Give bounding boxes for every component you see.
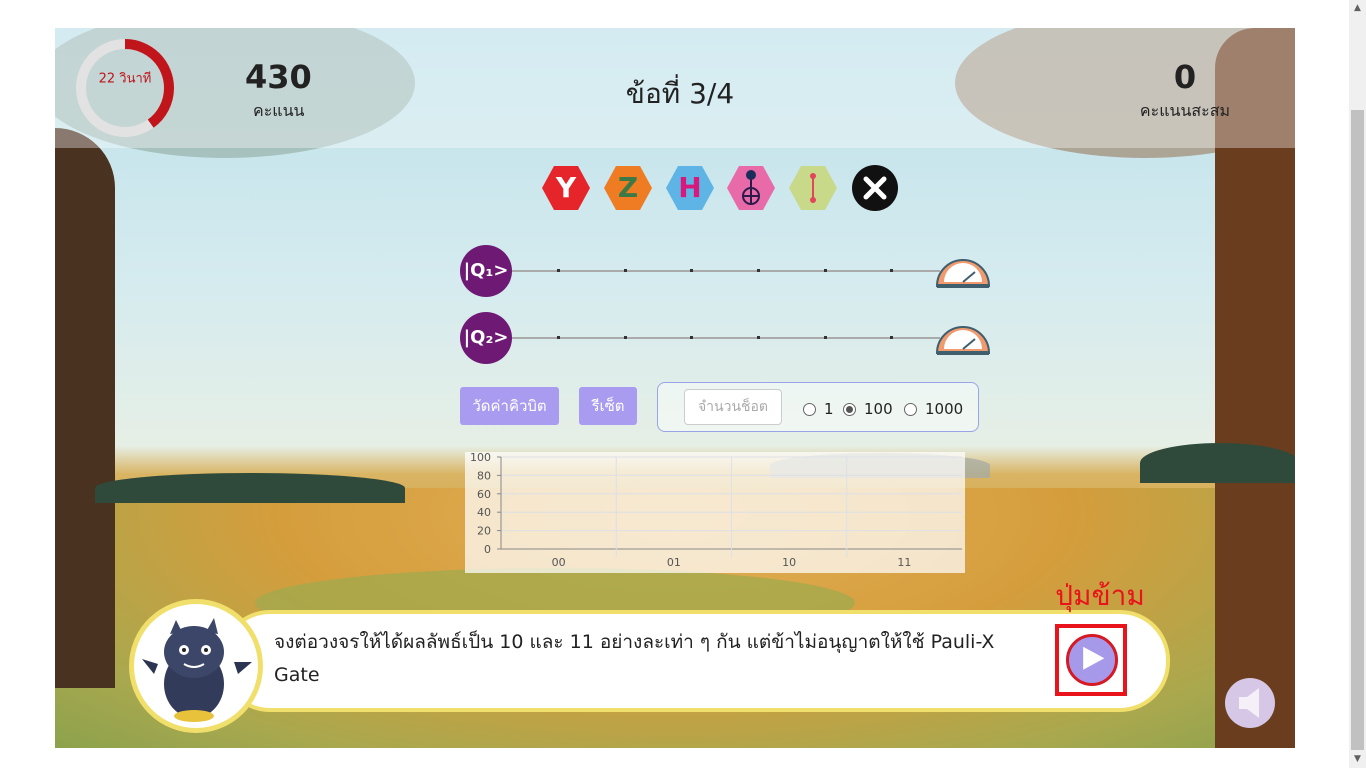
total-score-label: คะแนนสะสม: [1139, 101, 1231, 120]
swap-gate-button[interactable]: [788, 164, 838, 212]
swap-gate-icon: [789, 166, 837, 210]
y-gate-icon: Y: [555, 171, 577, 204]
z-gate-button[interactable]: Z: [603, 164, 653, 212]
wire-slot[interactable]: [757, 336, 760, 339]
dragon-icon: [142, 618, 252, 722]
dialog-text: จงต่อวงจรให้ได้ผลลัพธ์เป็น 10 และ 11 อย่…: [274, 631, 995, 686]
shots-radio-1[interactable]: [803, 403, 816, 416]
measurement-meter-icon: [935, 326, 991, 355]
y-tick-label: 60: [477, 488, 491, 501]
scroll-up-arrow-icon[interactable]: ▲: [1349, 0, 1366, 17]
score-header: 22 วินาที 430 คะแนน ข้อที่ 3/4 0 คะแนนสะ…: [55, 28, 1295, 148]
wire-slot[interactable]: [557, 336, 560, 339]
y-gate-button[interactable]: Y: [541, 164, 591, 212]
wire-slot[interactable]: [757, 269, 760, 272]
shots-panel: จำนวนช็อต 1 100 1000: [657, 382, 979, 432]
measurement-meter-icon: [935, 259, 991, 288]
z-gate-icon: Z: [617, 171, 639, 204]
wire-slot[interactable]: [824, 269, 827, 272]
y-tick-label: 20: [477, 525, 491, 538]
dragon-avatar: [129, 599, 263, 733]
left-tree-trunk: [55, 128, 115, 688]
shots-option-label: 100: [864, 400, 893, 418]
next-button[interactable]: [1066, 634, 1118, 686]
timer-label: 22 วินาที: [98, 71, 152, 87]
shots-radio-1000[interactable]: [904, 403, 917, 416]
page-scrollbar[interactable]: ▲ ▼: [1349, 0, 1366, 768]
wire-slot[interactable]: [824, 336, 827, 339]
play-icon: [1083, 646, 1105, 670]
wire-slot[interactable]: [557, 269, 560, 272]
speaker-icon: [1239, 688, 1259, 718]
shots-input[interactable]: จำนวนช็อต: [684, 389, 782, 425]
shots-radio-100[interactable]: [843, 403, 856, 416]
x-tick-label: 00: [552, 556, 566, 569]
y-tick-label: 80: [477, 469, 491, 482]
scroll-down-arrow-icon[interactable]: ▼: [1349, 751, 1366, 768]
shots-option-label: 1000: [925, 400, 964, 418]
wire-slot[interactable]: [690, 336, 693, 339]
y-tick-label: 100: [470, 452, 491, 464]
scroll-thumb[interactable]: [1351, 110, 1364, 750]
sound-button[interactable]: [1225, 678, 1275, 728]
clear-gate-button[interactable]: [850, 164, 900, 212]
qubit-1-label: |Q₁>: [460, 245, 512, 297]
x-tick-label: 10: [782, 556, 796, 569]
left-bush: [95, 473, 405, 503]
qubit-2-wire[interactable]: [510, 336, 940, 339]
wire-slot[interactable]: [690, 269, 693, 272]
qubit-1-wire[interactable]: [510, 269, 940, 272]
result-histogram: 10080604020000 01 10 11: [465, 452, 965, 573]
shots-option-label: 1: [824, 400, 834, 418]
game-area: 22 วินาที 430 คะแนน ข้อที่ 3/4 0 คะแนนสะ…: [55, 28, 1295, 748]
wire-slot[interactable]: [624, 336, 627, 339]
score-label: คะแนน: [253, 101, 305, 120]
y-tick-label: 40: [477, 506, 491, 519]
skip-label: ปุ่มข้าม: [1055, 579, 1145, 612]
h-gate-icon: H: [678, 171, 702, 204]
total-score-value: 0: [1173, 58, 1197, 96]
cnot-gate-button[interactable]: [726, 164, 776, 212]
x-tick-label: 01: [667, 556, 681, 569]
qubit-2-label: |Q₂>: [460, 312, 512, 364]
wire-slot[interactable]: [890, 336, 893, 339]
cnot-gate-icon: [727, 166, 775, 210]
measure-button[interactable]: วัดค่าคิวบิต: [460, 387, 559, 425]
score-value: 430: [245, 58, 312, 96]
wire-slot[interactable]: [890, 269, 893, 272]
close-icon: [852, 165, 898, 211]
h-gate-button[interactable]: H: [665, 164, 715, 212]
question-title: ข้อที่ 3/4: [625, 77, 735, 110]
y-tick-label: 0: [484, 543, 491, 556]
x-tick-label: 11: [897, 556, 911, 569]
right-bush: [1140, 443, 1295, 483]
wire-slot[interactable]: [624, 269, 627, 272]
reset-button[interactable]: รีเซ็ต: [579, 387, 637, 425]
